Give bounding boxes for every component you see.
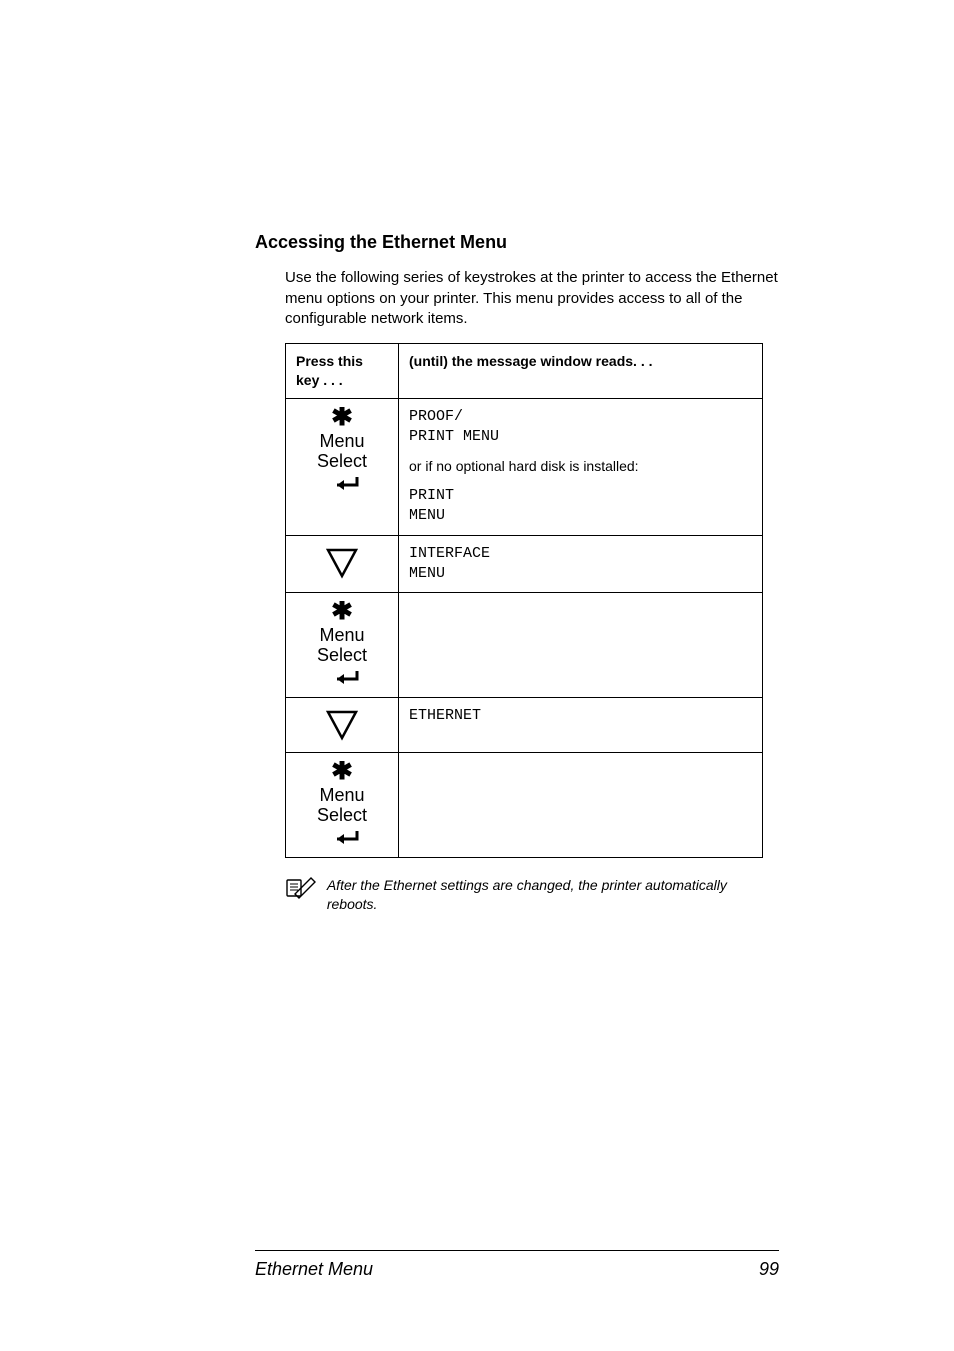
menu-select-icon: ✱ Menu Select — [312, 407, 372, 495]
note-text: After the Ethernet settings are changed,… — [327, 876, 779, 914]
intro-paragraph: Use the following series of keystrokes a… — [285, 268, 779, 329]
svg-text:✱: ✱ — [331, 601, 353, 625]
message-alt-text: or if no optional hard disk is installed… — [409, 457, 752, 476]
message-line: INTERFACE — [409, 544, 752, 564]
table-header-row: Press this key . . . (until) the message… — [286, 344, 763, 399]
table-header-key: Press this key . . . — [286, 344, 399, 399]
table-row: ✱ Menu Select — [286, 593, 763, 698]
svg-text:Select: Select — [317, 805, 367, 825]
table-row: ETHERNET — [286, 698, 763, 753]
table-row: ✱ Menu Select PROOF/ PRINT MENU or if no… — [286, 398, 763, 535]
footer-title: Ethernet Menu — [255, 1257, 373, 1281]
keystroke-table: Press this key . . . (until) the message… — [285, 343, 763, 858]
table-header-message: (until) the message window reads. . . — [399, 344, 763, 399]
table-row: ✱ Menu Select — [286, 753, 763, 858]
message-line: PRINT MENU — [409, 427, 752, 447]
down-arrow-icon — [318, 544, 366, 582]
svg-text:✱: ✱ — [331, 761, 353, 785]
svg-text:Menu: Menu — [319, 625, 364, 645]
note-icon — [285, 876, 317, 900]
message-line: PROOF/ — [409, 407, 752, 427]
svg-text:Select: Select — [317, 451, 367, 471]
table-row: INTERFACE MENU — [286, 535, 763, 593]
menu-select-icon: ✱ Menu Select — [312, 761, 372, 849]
message-line: MENU — [409, 564, 752, 584]
svg-text:Menu: Menu — [319, 785, 364, 805]
footer-page-number: 99 — [759, 1257, 779, 1281]
svg-text:Menu: Menu — [319, 431, 364, 451]
down-arrow-icon — [318, 706, 366, 744]
message-line: PRINT — [409, 486, 752, 506]
message-line: ETHERNET — [409, 706, 752, 726]
message-line: MENU — [409, 506, 752, 526]
section-heading: Accessing the Ethernet Menu — [255, 230, 779, 254]
menu-select-icon: ✱ Menu Select — [312, 601, 372, 689]
svg-text:Select: Select — [317, 645, 367, 665]
svg-text:✱: ✱ — [331, 407, 353, 431]
page-footer: Ethernet Menu 99 — [255, 1250, 779, 1281]
